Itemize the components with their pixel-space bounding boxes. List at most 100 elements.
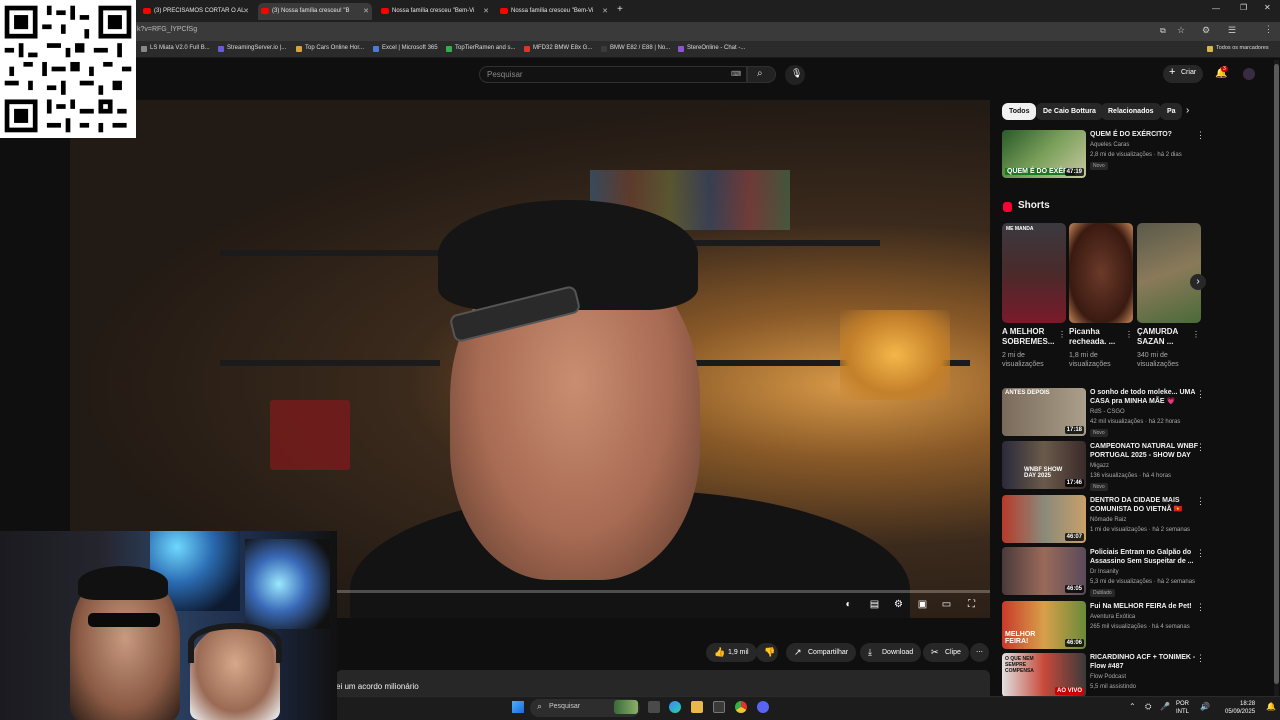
short-thumbnail[interactable] — [1069, 223, 1133, 323]
search-button[interactable]: ⌕ — [747, 66, 776, 83]
volume-icon[interactable]: 🔊 — [1200, 702, 1210, 711]
fullscreen-icon[interactable]: ⛶ — [965, 599, 978, 610]
channel-name[interactable]: Aventura Exótica — [1090, 614, 1135, 620]
channel-name[interactable]: Migazz — [1090, 463, 1109, 469]
bookmark-item[interactable]: TopTierRamen and s... — [446, 45, 515, 52]
chip-related[interactable]: Relacionados — [1101, 103, 1161, 120]
video-title[interactable]: Policiais Entram no Galpão do Assassino … — [1090, 548, 1202, 566]
miniplayer-icon[interactable]: ▣ — [916, 599, 929, 610]
extensions-icon[interactable]: ⚙ — [1202, 25, 1210, 36]
url-text[interactable]: k?v=RFG_lYPCfSg — [137, 26, 197, 33]
bookmark-item[interactable]: StereOnline - Chat -... — [678, 45, 745, 52]
close-tab-icon[interactable]: ✕ — [602, 3, 608, 20]
subtitles-icon[interactable]: ▤ — [868, 599, 881, 610]
browser-tab[interactable]: Nossa família cresceu "Bem-Vi ✕ — [378, 3, 492, 20]
bookmark-star-icon[interactable]: ☆ — [1177, 25, 1185, 36]
more-options-icon[interactable]: ⋮ — [1058, 330, 1066, 339]
browser-menu-icon[interactable]: ⋮ — [1264, 24, 1273, 35]
discord-icon[interactable] — [757, 701, 769, 713]
more-options-icon[interactable]: ⋮ — [1192, 330, 1200, 339]
bookmark-item[interactable]: BMW E82 / E88 | No... — [601, 45, 670, 52]
cast-icon[interactable]: ⧉ — [1160, 26, 1166, 36]
short-thumbnail[interactable] — [1137, 223, 1201, 323]
page-scrollbar[interactable] — [1274, 60, 1279, 696]
more-options-icon[interactable]: ⋮ — [1196, 653, 1205, 664]
network-icon[interactable]: ⛭ — [1145, 702, 1151, 712]
video-thumbnail[interactable]: 46:07 — [1002, 495, 1086, 543]
video-title[interactable]: RICARDINHO ACF + TONIMEK - Flow #487 — [1090, 653, 1202, 671]
video-title[interactable]: DENTRO DA CIDADE MAIS COMUNISTA DO VIETN… — [1090, 496, 1202, 514]
more-options-icon[interactable]: ⋮ — [1196, 548, 1205, 559]
close-tab-icon[interactable]: ✕ — [363, 3, 369, 20]
short-title[interactable]: A MELHOR SOBREMES... — [1002, 327, 1062, 347]
theater-mode-icon[interactable]: ▭ — [940, 599, 953, 610]
more-options-icon[interactable]: ⋮ — [1196, 442, 1205, 453]
close-window-icon[interactable]: ✕ — [1264, 3, 1271, 12]
more-options-icon[interactable]: ⋮ — [1196, 496, 1205, 507]
search-input[interactable]: Pesquisar — [479, 66, 747, 83]
maximize-window-icon[interactable]: ❐ — [1240, 3, 1247, 12]
bookmark-item[interactable]: Top Cars Online Hor... — [296, 45, 364, 52]
bookmark-item[interactable]: LS Miata V2.0 Full B... — [141, 45, 210, 52]
new-tab-button[interactable]: + — [617, 4, 623, 15]
keyboard-icon[interactable]: ⌨ — [731, 70, 741, 78]
video-thumbnail[interactable]: WNBF SHOW DAY 2025 17:46 — [1002, 441, 1086, 489]
more-options-icon[interactable]: ⋮ — [1125, 330, 1133, 339]
copilot-icon[interactable] — [669, 701, 681, 713]
close-tab-icon[interactable]: ✕ — [243, 3, 249, 20]
task-view-icon[interactable] — [648, 701, 660, 713]
chip-all[interactable]: Todos — [1002, 103, 1037, 120]
like-button[interactable]: 👍 1,9 mil — [706, 643, 757, 662]
file-explorer-icon[interactable] — [691, 701, 703, 713]
more-options-icon[interactable]: ⋮ — [1196, 130, 1205, 141]
video-title[interactable]: Fui Na MELHOR FEIRA de Pet! — [1090, 602, 1202, 611]
video-thumbnail[interactable]: ANTES DEPOIS 17:18 — [1002, 388, 1086, 436]
chevron-right-icon[interactable]: › — [1186, 105, 1189, 116]
all-bookmarks-folder[interactable]: Todos os marcadores — [1207, 45, 1269, 52]
autoplay-toggle-icon[interactable]: ◐ — [842, 599, 855, 610]
video-title[interactable]: O sonho de todo moleke... UMA CASA pra M… — [1090, 388, 1202, 406]
notification-center-icon[interactable]: 🔔 — [1266, 702, 1276, 711]
video-thumbnail[interactable]: 46:05 — [1002, 547, 1086, 595]
channel-name[interactable]: Aqueles Caras — [1090, 142, 1129, 148]
voice-search-button[interactable]: 🎙 — [785, 65, 805, 85]
dislike-button[interactable]: 👎 — [756, 643, 778, 662]
share-button[interactable]: ↗ Compartilhar — [786, 643, 857, 662]
chip-from-channel[interactable]: De Caio Bottura — [1036, 103, 1103, 120]
clip-button[interactable]: ✂ Clipe — [923, 643, 969, 662]
avatar[interactable] — [1243, 68, 1255, 80]
video-thumbnail[interactable]: QUEM É DO EXÉRC 47:19 — [1002, 130, 1086, 178]
channel-name[interactable]: Flow Podcast — [1090, 674, 1126, 680]
close-tab-icon[interactable]: ✕ — [483, 3, 489, 20]
bookmark-item[interactable]: Excel | Microsoft 365 — [373, 45, 438, 52]
bookmark-item[interactable]: MFD32 BMW E8x G... — [524, 45, 592, 52]
video-title[interactable]: CAMPEONATO NATURAL WNBF PORTUGAL 2025 - … — [1090, 442, 1202, 460]
language-indicator[interactable]: POR INTL — [1176, 700, 1189, 716]
more-options-icon[interactable]: ⋮ — [1196, 389, 1205, 400]
more-actions-button[interactable]: ⋯ — [970, 643, 989, 662]
microphone-tray-icon[interactable]: 🎤 — [1160, 702, 1170, 711]
shorts-next-button[interactable]: › — [1190, 274, 1206, 290]
address-bar[interactable]: k?v=RFG_lYPCfSg ⧉ ☆ ⚙ ☰ ⋮ — [0, 22, 1280, 41]
chrome-icon[interactable] — [735, 701, 747, 713]
channel-name[interactable]: Nômade Raiz — [1090, 517, 1126, 523]
bookmark-item[interactable]: StreamingServer.io |... — [218, 45, 286, 52]
create-button[interactable]: + Criar — [1163, 65, 1203, 83]
more-options-icon[interactable]: ⋮ — [1196, 602, 1205, 613]
chip-more[interactable]: Pa — [1160, 103, 1182, 120]
channel-name[interactable]: RdS - CSGO — [1090, 409, 1125, 415]
scrollbar-thumb[interactable] — [1274, 64, 1279, 684]
store-icon[interactable] — [713, 701, 725, 713]
video-title[interactable]: QUEM É DO EXÉRCITO? — [1090, 130, 1202, 139]
description-box[interactable] — [336, 670, 990, 696]
short-title[interactable]: Picanha recheada. ... — [1069, 327, 1129, 347]
settings-gear-icon[interactable]: ⚙ — [892, 599, 905, 610]
system-tray-chevron-icon[interactable]: ⌃ — [1129, 702, 1136, 711]
download-button[interactable]: ⤓ Download — [860, 643, 922, 662]
channel-name[interactable]: Dr Insanity — [1090, 569, 1119, 575]
system-clock[interactable]: 18:28 05/09/2025 — [1225, 700, 1255, 716]
profile-icon[interactable]: ☰ — [1228, 25, 1236, 36]
windows-start-icon[interactable] — [512, 701, 524, 713]
video-thumbnail[interactable]: MELHOR FEIRA! 46:06 — [1002, 601, 1086, 649]
browser-tab[interactable]: Nossa família cresceu "Bem-Vi ✕ — [497, 3, 611, 20]
